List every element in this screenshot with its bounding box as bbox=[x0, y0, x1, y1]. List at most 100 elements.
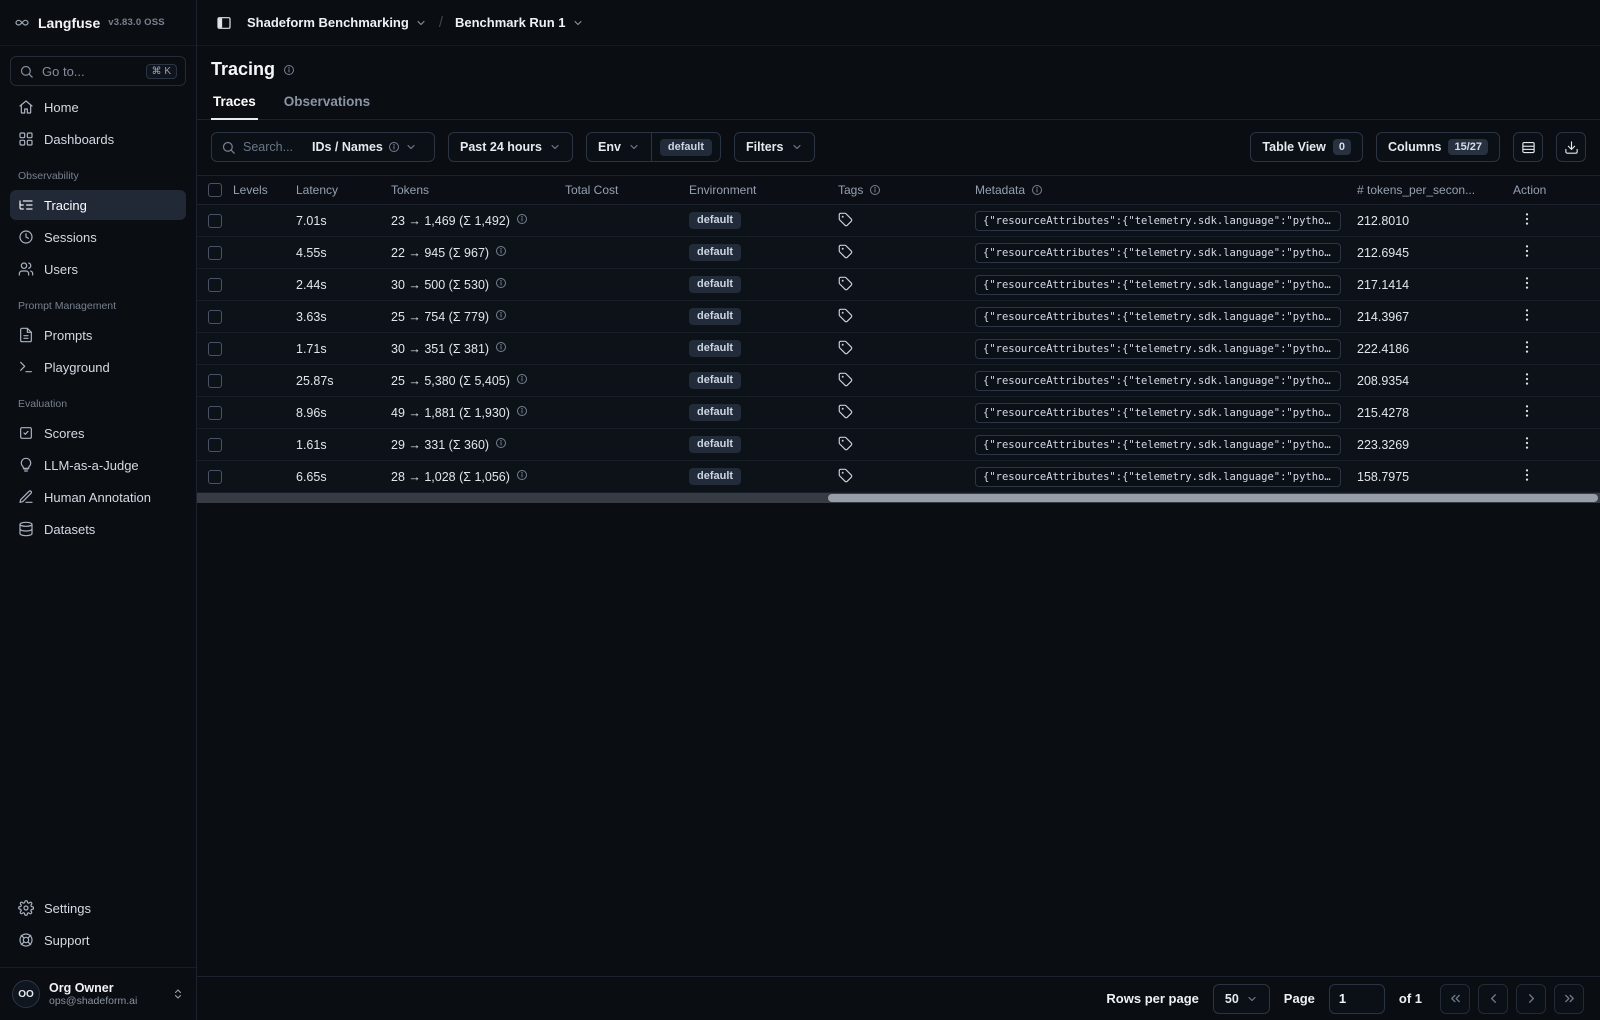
row-checkbox[interactable] bbox=[208, 245, 222, 260]
tab-observations[interactable]: Observations bbox=[282, 92, 372, 119]
column-header-total-cost[interactable]: Total Cost bbox=[565, 183, 689, 197]
project-breadcrumb[interactable]: Benchmark Run 1 bbox=[455, 15, 584, 30]
info-icon[interactable] bbox=[495, 341, 507, 356]
rows-per-page-select[interactable]: 50 bbox=[1212, 983, 1270, 1014]
env-dropdown[interactable]: Env bbox=[587, 133, 651, 161]
row-checkbox[interactable] bbox=[208, 309, 222, 324]
page-number-input[interactable] bbox=[1328, 983, 1385, 1014]
sidebar-item-prompts[interactable]: Prompts bbox=[10, 320, 186, 350]
next-page-button[interactable] bbox=[1516, 983, 1546, 1014]
goto-search[interactable]: Go to... ⌘ K bbox=[10, 56, 186, 86]
row-actions-button[interactable] bbox=[1513, 275, 1600, 294]
table-row[interactable]: 4.55s 22 → 945 (Σ 967) default {"resourceAt… bbox=[197, 237, 1600, 269]
table-view-button[interactable]: Table View 0 bbox=[1250, 132, 1363, 162]
metadata-cell[interactable]: {"resourceAttributes":{"telemetry.sdk.la… bbox=[975, 466, 1357, 487]
row-checkbox[interactable] bbox=[208, 341, 222, 356]
last-page-button[interactable] bbox=[1554, 983, 1584, 1014]
row-checkbox[interactable] bbox=[208, 213, 222, 228]
column-header-tokens[interactable]: Tokens bbox=[391, 183, 565, 197]
sidebar-item-dashboards[interactable]: Dashboards bbox=[10, 124, 186, 154]
row-actions-button[interactable] bbox=[1513, 307, 1600, 326]
org-breadcrumb[interactable]: Shadeform Benchmarking bbox=[247, 15, 427, 30]
info-icon[interactable] bbox=[516, 213, 528, 228]
metadata-cell[interactable]: {"resourceAttributes":{"telemetry.sdk.la… bbox=[975, 338, 1357, 359]
sidebar-item-scores[interactable]: Scores bbox=[10, 418, 186, 448]
export-button[interactable] bbox=[1556, 132, 1586, 162]
tab-traces[interactable]: Traces bbox=[211, 92, 258, 120]
sidebar-item-llm-as-a-judge[interactable]: LLM-as-a-Judge bbox=[10, 450, 186, 480]
column-header-environment[interactable]: Environment bbox=[689, 183, 838, 197]
table-row[interactable]: 7.01s 23 → 1,469 (Σ 1,492) default {"resour… bbox=[197, 205, 1600, 237]
env-value-badge[interactable]: default bbox=[659, 138, 712, 156]
table-row[interactable]: 1.61s 29 → 331 (Σ 360) default {"resourceAt… bbox=[197, 429, 1600, 461]
search-mode-dropdown[interactable]: IDs / Names bbox=[312, 140, 417, 154]
search-control[interactable]: IDs / Names bbox=[211, 132, 435, 162]
row-actions-button[interactable] bbox=[1513, 435, 1600, 454]
table-row[interactable]: 1.71s 30 → 351 (Σ 381) default {"resourceAt… bbox=[197, 333, 1600, 365]
column-header-tags[interactable]: Tags bbox=[838, 183, 975, 197]
tags-cell[interactable] bbox=[838, 212, 975, 230]
sidebar-item-sessions[interactable]: Sessions bbox=[10, 222, 186, 252]
sidebar-item-datasets[interactable]: Datasets bbox=[10, 514, 186, 544]
tags-cell[interactable] bbox=[838, 372, 975, 390]
row-checkbox[interactable] bbox=[208, 373, 222, 388]
info-icon[interactable] bbox=[516, 373, 528, 388]
metadata-cell[interactable]: {"resourceAttributes":{"telemetry.sdk.la… bbox=[975, 210, 1357, 231]
row-actions-button[interactable] bbox=[1513, 403, 1600, 422]
first-page-button[interactable] bbox=[1440, 983, 1470, 1014]
info-icon[interactable] bbox=[516, 405, 528, 420]
sidebar-item-users[interactable]: Users bbox=[10, 254, 186, 284]
row-actions-button[interactable] bbox=[1513, 339, 1600, 358]
sidebar-item-settings[interactable]: Settings bbox=[10, 893, 186, 923]
metadata-cell[interactable]: {"resourceAttributes":{"telemetry.sdk.la… bbox=[975, 306, 1357, 327]
tags-cell[interactable] bbox=[838, 308, 975, 326]
row-checkbox[interactable] bbox=[208, 469, 222, 484]
info-icon[interactable] bbox=[495, 309, 507, 324]
column-header-latency[interactable]: Latency bbox=[296, 183, 391, 197]
table-row[interactable]: 25.87s 25 → 5,380 (Σ 5,405) default {"resou… bbox=[197, 365, 1600, 397]
info-icon[interactable] bbox=[495, 245, 507, 260]
sidebar-item-support[interactable]: Support bbox=[10, 925, 186, 955]
sidebar-toggle-button[interactable] bbox=[211, 10, 237, 36]
user-menu[interactable]: OO Org Owner ops@shadeform.ai bbox=[0, 967, 196, 1020]
row-actions-button[interactable] bbox=[1513, 371, 1600, 390]
tags-cell[interactable] bbox=[838, 436, 975, 454]
sidebar-item-tracing[interactable]: Tracing bbox=[10, 190, 186, 220]
sidebar-item-home[interactable]: Home bbox=[10, 92, 186, 122]
horizontal-scrollbar-track[interactable] bbox=[197, 493, 1600, 503]
row-actions-button[interactable] bbox=[1513, 211, 1600, 230]
info-icon[interactable] bbox=[495, 277, 507, 292]
filters-dropdown[interactable]: Filters bbox=[733, 132, 815, 162]
search-input[interactable] bbox=[243, 140, 305, 154]
metadata-cell[interactable]: {"resourceAttributes":{"telemetry.sdk.la… bbox=[975, 274, 1357, 295]
metadata-cell[interactable]: {"resourceAttributes":{"telemetry.sdk.la… bbox=[975, 370, 1357, 391]
row-checkbox[interactable] bbox=[208, 277, 222, 292]
metadata-cell[interactable]: {"resourceAttributes":{"telemetry.sdk.la… bbox=[975, 434, 1357, 455]
table-row[interactable]: 8.96s 49 → 1,881 (Σ 1,930) default {"resour… bbox=[197, 397, 1600, 429]
info-icon[interactable] bbox=[516, 469, 528, 484]
row-actions-button[interactable] bbox=[1513, 467, 1600, 486]
column-header-levels[interactable]: Levels bbox=[233, 183, 296, 197]
tags-cell[interactable] bbox=[838, 244, 975, 262]
columns-button[interactable]: Columns 15/27 bbox=[1375, 132, 1500, 162]
row-checkbox[interactable] bbox=[208, 405, 222, 420]
tags-cell[interactable] bbox=[838, 468, 975, 486]
metadata-cell[interactable]: {"resourceAttributes":{"telemetry.sdk.la… bbox=[975, 242, 1357, 263]
select-all-checkbox[interactable] bbox=[208, 183, 222, 197]
sidebar-item-playground[interactable]: Playground bbox=[10, 352, 186, 382]
row-checkbox[interactable] bbox=[208, 437, 222, 452]
time-range-dropdown[interactable]: Past 24 hours bbox=[448, 132, 573, 162]
info-icon[interactable] bbox=[495, 437, 507, 452]
sidebar-item-human-annotation[interactable]: Human Annotation bbox=[10, 482, 186, 512]
horizontal-scrollbar-thumb[interactable] bbox=[828, 494, 1598, 502]
tags-cell[interactable] bbox=[838, 276, 975, 294]
table-row[interactable]: 2.44s 30 → 500 (Σ 530) default {"resourceAt… bbox=[197, 269, 1600, 301]
metadata-cell[interactable]: {"resourceAttributes":{"telemetry.sdk.la… bbox=[975, 402, 1357, 423]
tags-cell[interactable] bbox=[838, 340, 975, 358]
row-actions-button[interactable] bbox=[1513, 243, 1600, 262]
tags-cell[interactable] bbox=[838, 404, 975, 422]
table-row[interactable]: 3.63s 25 → 754 (Σ 779) default {"resourceAt… bbox=[197, 301, 1600, 333]
info-icon[interactable] bbox=[283, 64, 295, 76]
previous-page-button[interactable] bbox=[1478, 983, 1508, 1014]
column-header-tokens-per-second[interactable]: # tokens_per_secon... bbox=[1357, 183, 1513, 197]
